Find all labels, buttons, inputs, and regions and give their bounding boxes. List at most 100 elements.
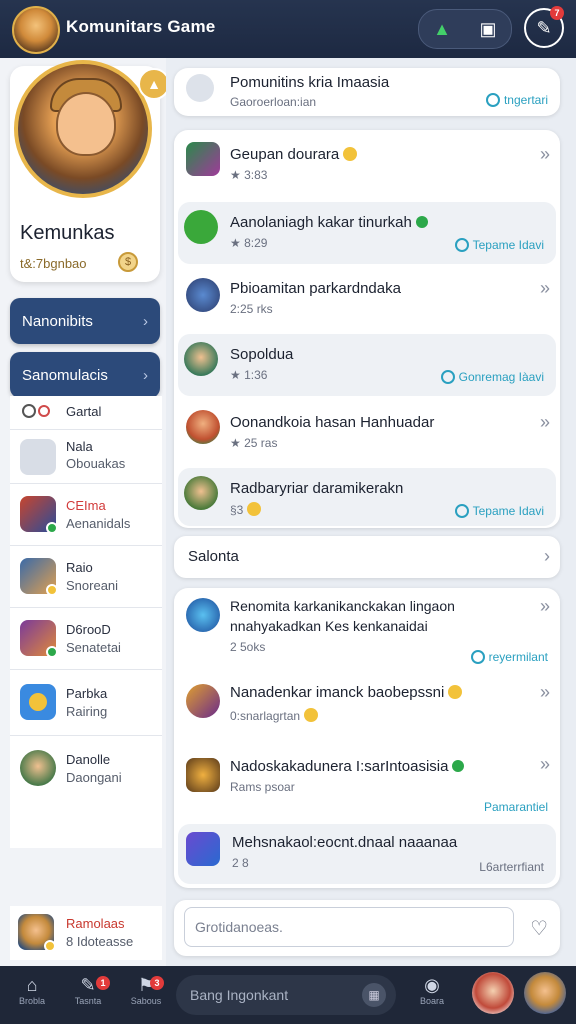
side-item-label: Parbka — [66, 686, 108, 701]
bottom-search[interactable]: Bang Ingonkant ▦ — [176, 975, 396, 1015]
feed-item-meta: 0:snarlagrtan — [230, 708, 319, 723]
feed-item[interactable]: Geupan dourara ★ 3:83 » — [174, 130, 560, 196]
feed-item[interactable]: Radbaryriar daramikerakn §3 Tepame Idavi — [178, 468, 556, 526]
check-circle-icon — [454, 238, 469, 252]
feed-item-meta: ★ 3:83 — [230, 168, 268, 182]
feed-item-meta: 2 8 — [232, 856, 249, 870]
check-circle-icon — [470, 650, 485, 664]
feed-item[interactable]: Pbioamitan parkardndaka 2:25 rks » — [174, 268, 560, 330]
smile-emoji-icon — [343, 147, 358, 161]
nav-button-2[interactable]: Sanomulacis › — [10, 352, 160, 398]
feed-item[interactable]: Renomita karkanikanckakan lingaon nnahya… — [174, 588, 560, 674]
controller-icon — [20, 439, 56, 475]
feed-item[interactable]: Nanadenkar imanck baobepssni 0:snarlagrt… — [174, 674, 560, 744]
side-list-item[interactable]: Parbka Rairing — [10, 670, 162, 736]
android-icon — [184, 210, 218, 244]
feed-item[interactable]: Nadoskakadunera I:sarIntoasisia Rams pso… — [174, 746, 560, 824]
side-item-label: D6rooD — [66, 622, 111, 637]
check-circle-icon — [440, 370, 455, 384]
online-badge — [46, 522, 58, 534]
feed-item[interactable]: Oonandkoia hasan Hanhuadar ★ 25 ras » — [174, 402, 560, 464]
feed-item[interactable]: Aanolaniagh kakar tinurkah ★ 8:29 Tepame… — [178, 202, 556, 264]
side-list-item[interactable]: Danolle Daongani — [10, 736, 162, 802]
feed-title: Pomunitins kria Imaasia — [230, 74, 390, 91]
emoji-icon — [448, 685, 463, 699]
bottom-nav-bar: ⌂ Brobla ✎ Tasnta 1 ⚑ Sabous 3 Bang Ingo… — [0, 966, 576, 1024]
notification-badge: 3 — [150, 976, 164, 990]
nav-button-1[interactable]: Nanonibits › — [10, 298, 160, 344]
side-list-item[interactable]: D6rooD Senatetai — [10, 608, 162, 670]
chevron-right-icon: » — [539, 682, 550, 702]
comment-composer: ♡ — [174, 900, 560, 956]
tab-label: Sabous — [130, 996, 162, 1006]
check-icon — [452, 760, 465, 772]
feed-link[interactable]: Tepame Idavi — [454, 504, 544, 518]
feed-item-meta: §3 — [230, 502, 262, 517]
side-item-sublabel: Daongani — [66, 770, 122, 785]
notification-badge: 1 — [96, 976, 110, 990]
profile-avatar-small[interactable] — [524, 972, 566, 1014]
shop-icon[interactable]: ▦ — [362, 983, 386, 1007]
feed-link[interactable]: L6arterrfiant — [479, 860, 544, 874]
tab-label: Brobla — [18, 996, 45, 1006]
heart-icon[interactable]: ♡ — [530, 916, 548, 941]
profile-avatar[interactable] — [14, 60, 152, 198]
tab-groups[interactable]: ⚑ Sabous 3 — [124, 974, 168, 1006]
section-title: Salonta — [188, 548, 239, 565]
tab-posts[interactable]: ✎ Tasnta 1 — [66, 974, 110, 1006]
chevron-right-icon: » — [539, 144, 550, 164]
toggle-icon — [22, 404, 50, 420]
app-header: Komunitars Game ▲ ▣ ✎ 7 — [0, 0, 576, 58]
side-list-item[interactable]: CEIma Aenanidals — [10, 484, 162, 546]
feed-link[interactable]: Pamarantiel — [484, 800, 548, 814]
side-item-sublabel: Snoreani — [66, 578, 119, 593]
feed-link[interactable]: Gonremag Iàavi — [440, 370, 544, 384]
side-list-item[interactable]: Gartal — [10, 396, 162, 430]
section-header[interactable]: Salonta › — [174, 536, 560, 578]
feed-item[interactable]: Sopoldua ★ 1:36 Gonremag Iàavi — [178, 334, 556, 396]
chevron-right-icon: › — [544, 546, 550, 566]
feed-link[interactable]: Tepame Idavi — [454, 238, 544, 252]
feed-item[interactable]: Mehsnakaol:eocnt.dnaal naaanaa 2 8 L6art… — [178, 824, 556, 884]
feed-item-title: Mehsnakaol:eocnt.dnaal naaanaa — [232, 834, 458, 851]
dice-icon[interactable]: ▣ — [475, 16, 501, 42]
soldier-avatar-icon — [184, 342, 218, 376]
feed-link[interactable]: reyermilant — [470, 650, 548, 664]
app-title: Komunitars Game — [66, 17, 216, 36]
comment-input[interactable] — [184, 907, 514, 947]
feed-item-meta: ★ 8:29 — [230, 236, 268, 250]
game-avatar-icon — [186, 410, 220, 444]
side-item-label: CEIma — [66, 498, 106, 513]
chevron-right-icon: » — [539, 278, 550, 298]
current-user-item[interactable]: Ramolaas 8 Idoteasse — [10, 906, 162, 960]
feed-item-title-2: nnahyakadkan Kes kenkanaidai — [230, 618, 428, 634]
feed-item-title: Pbioamitan parkardndaka — [230, 280, 401, 297]
check-circle-icon — [454, 504, 469, 518]
tab-board[interactable]: ◉ Boara — [410, 974, 454, 1006]
online-badge — [46, 646, 58, 658]
feed-item-meta: 2 5oks — [230, 640, 266, 654]
profile-card[interactable]: ▲ Kemunkas t&:7bgnbao $ — [10, 60, 170, 282]
side-list-item[interactable]: Raio Snoreani — [10, 546, 162, 608]
chevron-right-icon: » — [539, 596, 550, 616]
treasure-icon — [186, 758, 220, 792]
edit-icon[interactable]: ✎ 7 — [524, 6, 564, 48]
trophy-icon[interactable]: ▲ — [429, 16, 455, 42]
game-avatar-icon — [186, 142, 220, 176]
feed-card-2: Renomita karkanikanckakan lingaon nnahya… — [174, 588, 560, 888]
side-item-label: Nala — [66, 439, 93, 454]
friend-avatar[interactable] — [472, 972, 514, 1014]
feed-item-meta: ★ 1:36 — [230, 368, 268, 382]
side-item-label: Gartal — [66, 404, 102, 419]
side-list: Gartal Nala Obouakas CEIma Aenanidals Ra… — [10, 396, 162, 848]
side-list-item[interactable]: Nala Obouakas — [10, 430, 162, 484]
game-avatar-icon — [186, 278, 220, 312]
feed-link[interactable]: tngertari — [485, 93, 548, 107]
side-item-label: Raio — [66, 560, 93, 575]
board-icon: ◉ — [424, 975, 440, 995]
smile-emoji-icon — [304, 708, 319, 722]
tab-home[interactable]: ⌂ Brobla — [10, 974, 54, 1006]
feed-meta: Gaoroerloan:ian — [230, 95, 317, 109]
game-logo[interactable] — [12, 6, 60, 54]
top-feed-card[interactable]: Pomunitins kria Imaasia Gaoroerloan:ian … — [174, 68, 560, 116]
